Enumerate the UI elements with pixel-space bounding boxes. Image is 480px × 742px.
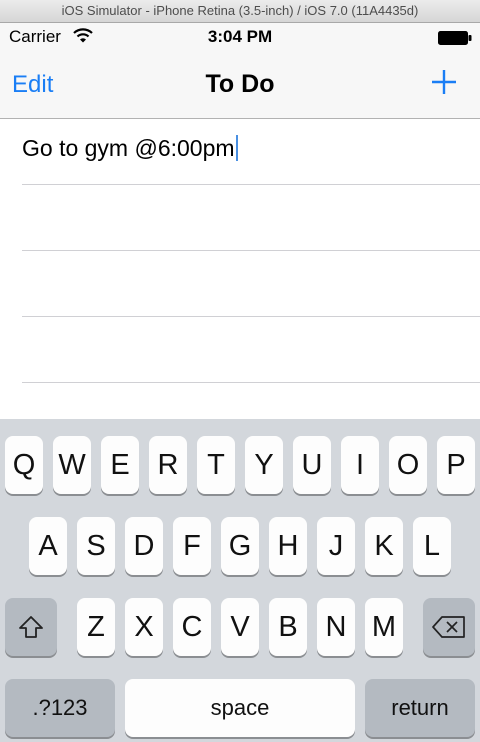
shift-icon: [19, 616, 43, 638]
key-u[interactable]: U: [293, 436, 331, 494]
shift-key[interactable]: [5, 598, 57, 656]
key-l[interactable]: L: [413, 517, 451, 575]
todo-row[interactable]: [22, 185, 480, 251]
delete-key[interactable]: [423, 598, 475, 656]
key-x[interactable]: X: [125, 598, 163, 656]
keyboard: Q W E R T Y U I O P A S D F G H J K L Z …: [0, 419, 480, 742]
simulator-window-title: iOS Simulator - iPhone Retina (3.5-inch)…: [0, 0, 480, 23]
todo-row[interactable]: [22, 251, 480, 317]
key-o[interactable]: O: [389, 436, 427, 494]
navigation-bar: Edit To Do: [0, 53, 480, 119]
return-key[interactable]: return: [365, 679, 475, 737]
key-w[interactable]: W: [53, 436, 91, 494]
text-cursor: [235, 135, 238, 161]
numbers-key[interactable]: .?123: [5, 679, 115, 737]
key-v[interactable]: V: [221, 598, 259, 656]
todo-row[interactable]: [22, 317, 480, 383]
page-title: To Do: [205, 70, 275, 98]
key-c[interactable]: C: [173, 598, 211, 656]
delete-icon: [432, 616, 465, 638]
status-bar: Carrier 3:04 PM: [0, 23, 480, 53]
status-time: 3:04 PM: [207, 27, 273, 46]
key-n[interactable]: N: [317, 598, 355, 656]
todo-text-field[interactable]: Go to gym @6:00pm: [22, 135, 238, 162]
key-j[interactable]: J: [317, 517, 355, 575]
plus-icon[interactable]: [430, 68, 458, 96]
key-b[interactable]: B: [269, 598, 307, 656]
key-f[interactable]: F: [173, 517, 211, 575]
key-i[interactable]: I: [341, 436, 379, 494]
key-z[interactable]: Z: [77, 598, 115, 656]
todo-text: Go to gym @6:00pm: [22, 135, 235, 161]
key-e[interactable]: E: [101, 436, 139, 494]
key-k[interactable]: K: [365, 517, 403, 575]
key-s[interactable]: S: [77, 517, 115, 575]
key-t[interactable]: T: [197, 436, 235, 494]
key-y[interactable]: Y: [245, 436, 283, 494]
key-q[interactable]: Q: [5, 436, 43, 494]
key-r[interactable]: R: [149, 436, 187, 494]
key-m[interactable]: M: [365, 598, 403, 656]
key-a[interactable]: A: [29, 517, 67, 575]
key-p[interactable]: P: [437, 436, 475, 494]
todo-row[interactable]: Go to gym @6:00pm: [22, 119, 480, 185]
key-g[interactable]: G: [221, 517, 259, 575]
space-key[interactable]: space: [125, 679, 355, 737]
key-d[interactable]: D: [125, 517, 163, 575]
key-h[interactable]: H: [269, 517, 307, 575]
todo-list: Go to gym @6:00pm: [0, 119, 480, 419]
battery-icon: [438, 31, 472, 45]
